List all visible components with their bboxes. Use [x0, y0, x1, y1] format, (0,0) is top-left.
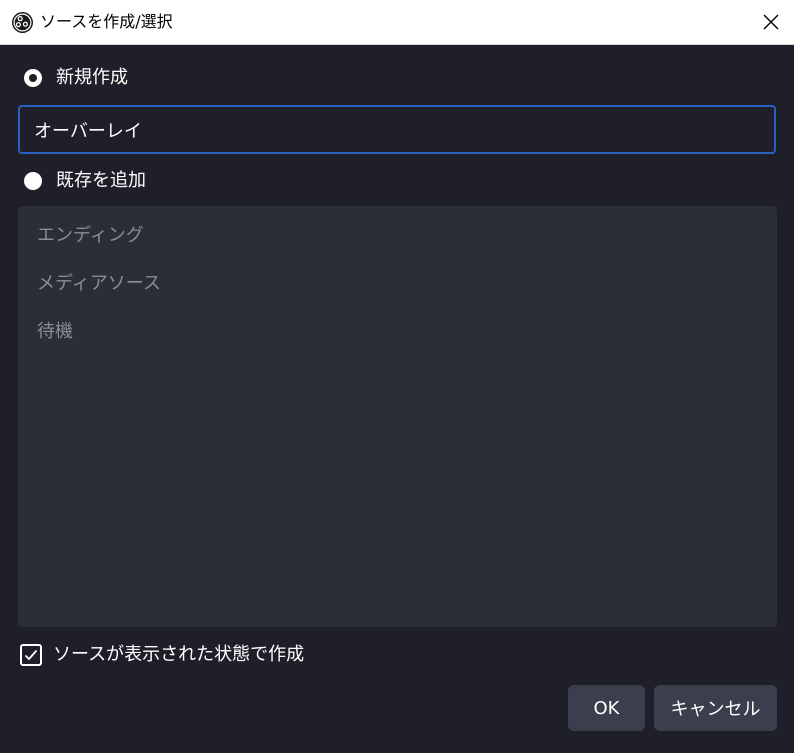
- window-title: ソースを作成/選択: [40, 12, 173, 31]
- close-button[interactable]: [748, 0, 794, 44]
- visible-checkbox-label: ソースが表示された状態で作成: [53, 644, 305, 665]
- close-icon: [763, 14, 779, 30]
- visible-checkbox[interactable]: [20, 644, 42, 666]
- list-item[interactable]: メディアソース: [18, 271, 777, 319]
- dialog-content: 新規作成 既存を追加 エンディング メディアソース 待機 ソースが表示された状態…: [0, 45, 794, 753]
- list-item[interactable]: 待機: [18, 319, 777, 367]
- list-item[interactable]: エンディング: [18, 223, 777, 271]
- visible-option[interactable]: ソースが表示された状態で作成: [20, 643, 304, 667]
- create-new-option[interactable]: 新規作成: [24, 67, 128, 89]
- obs-logo-icon: [12, 12, 33, 33]
- create-new-radio[interactable]: [24, 69, 42, 87]
- add-existing-label: 既存を追加: [56, 170, 146, 191]
- checkmark-icon: [24, 649, 38, 661]
- title-bar: ソースを作成/選択: [0, 0, 794, 45]
- add-existing-option[interactable]: 既存を追加: [24, 170, 146, 192]
- add-existing-radio[interactable]: [24, 172, 42, 190]
- source-name-input[interactable]: [18, 105, 776, 154]
- create-new-label: 新規作成: [56, 67, 128, 88]
- existing-sources-list[interactable]: エンディング メディアソース 待機: [18, 206, 777, 627]
- cancel-button[interactable]: キャンセル: [654, 685, 777, 731]
- ok-button[interactable]: OK: [568, 685, 645, 731]
